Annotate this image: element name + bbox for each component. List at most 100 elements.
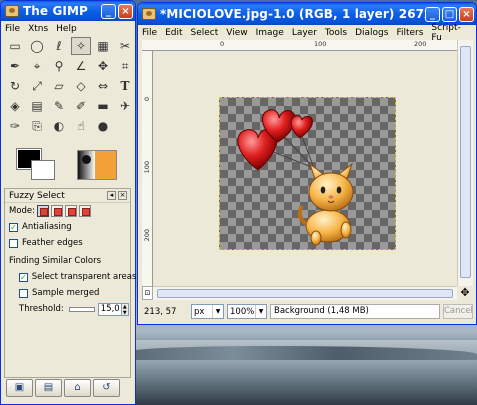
brush-gradient-preview[interactable]	[77, 150, 117, 180]
mode-intersect-button[interactable]	[79, 205, 92, 217]
convolve-icon[interactable]: ◐	[49, 117, 69, 135]
maximize-icon[interactable]: □	[442, 6, 457, 22]
flip-icon[interactable]: ⇔	[93, 77, 113, 95]
image-window-icon	[142, 8, 156, 20]
close-icon[interactable]: ×	[459, 6, 474, 22]
minimize-icon[interactable]: _	[101, 3, 116, 19]
menu-view[interactable]: View	[226, 28, 247, 38]
scale-icon[interactable]: ⤢	[27, 77, 47, 95]
menu-layer[interactable]: Layer	[292, 28, 317, 38]
delete-options-icon[interactable]: ⌂	[64, 379, 91, 397]
ruler-horizontal[interactable]: 0 100 200	[142, 40, 457, 51]
image-menubar: File Edit Select View Image Layer Tools …	[138, 23, 476, 43]
paintbrush-icon[interactable]: ✐	[71, 97, 91, 115]
color-picker-icon[interactable]: ⌖	[27, 57, 47, 75]
zoom-select[interactable]: 100% ▼	[227, 304, 267, 319]
ruler-vertical[interactable]: 0 100 200	[142, 51, 153, 286]
save-options-icon[interactable]: ▣	[6, 379, 33, 397]
unit-select[interactable]: px ▼	[191, 304, 224, 319]
menu-file[interactable]: File	[5, 24, 20, 34]
lasso-icon[interactable]: ℓ	[49, 37, 69, 55]
tool-options-buttons: ▣ ▤ ⌂ ↺	[4, 379, 131, 399]
zoom-icon[interactable]: ⚲	[49, 57, 69, 75]
chevron-down-icon: ▼	[212, 305, 223, 318]
canvas-area[interactable]	[153, 51, 457, 286]
crop-icon[interactable]: ⌗	[115, 57, 135, 75]
image-titlebar[interactable]: *MICIOLOVE.jpg-1.0 (RGB, 1 layer) 267x23…	[138, 3, 476, 25]
menu-edit[interactable]: Edit	[165, 28, 182, 38]
color-select-icon[interactable]: ▦	[93, 37, 113, 55]
scissors-icon[interactable]: ✂	[115, 37, 135, 55]
bucket-fill-icon[interactable]: ◈	[5, 97, 25, 115]
select-transparent-checkbox[interactable]: ✓	[19, 272, 28, 282]
clone-icon[interactable]: ⎘	[27, 117, 47, 135]
image-canvas[interactable]	[219, 97, 396, 250]
tool-grid: ▭ ◯ ℓ ✧ ▦ ✂ ✒ ⌖ ⚲ ∠ ✥ ⌗ ↻ ⤢ ▱ ◇ ⇔ T ◈ ▤ …	[1, 36, 135, 136]
menu-filters[interactable]: Filters	[396, 28, 423, 38]
airbrush-icon[interactable]: ✈	[115, 97, 135, 115]
smudge-icon[interactable]: ☝	[71, 117, 91, 135]
horizontal-scroll-thumb[interactable]	[157, 289, 453, 298]
minimize-icon[interactable]: _	[425, 6, 440, 22]
menu-help[interactable]: Help	[56, 24, 77, 34]
horizontal-scrollbar[interactable]	[153, 286, 457, 300]
move-icon[interactable]: ✥	[93, 57, 113, 75]
rotate-icon[interactable]: ↻	[5, 77, 25, 95]
toolbox-titlebar[interactable]: The GIMP _ ×	[1, 1, 135, 21]
select-transparent-label: Select transparent areas	[31, 272, 137, 282]
kitten-with-hearts-image	[237, 109, 354, 246]
toolbox-menubar: File Xtns Help	[1, 21, 135, 36]
antialiasing-checkbox[interactable]: ✓	[9, 222, 18, 232]
menu-image[interactable]: Image	[256, 28, 284, 38]
sample-merged-checkbox[interactable]	[19, 288, 28, 298]
rect-select-icon[interactable]: ▭	[5, 37, 25, 55]
ellipse-select-icon[interactable]: ◯	[27, 37, 47, 55]
vertical-scroll-thumb[interactable]	[460, 46, 471, 278]
menu-file[interactable]: File	[142, 28, 157, 38]
menu-tools[interactable]: Tools	[325, 28, 347, 38]
fuzzy-select-icon[interactable]: ✧	[71, 37, 91, 55]
close-icon[interactable]: ×	[118, 3, 133, 19]
dodge-burn-icon[interactable]: ●	[93, 117, 113, 135]
mode-subtract-button[interactable]	[65, 205, 78, 217]
reset-options-icon[interactable]: ↺	[93, 379, 120, 397]
text-icon[interactable]: T	[115, 77, 135, 95]
threshold-input[interactable]: 15,0	[97, 302, 122, 316]
transparent-row[interactable]: ✓ Select transparent areas	[5, 269, 136, 285]
panel-menu-icon[interactable]: ◂	[107, 191, 116, 200]
gimp-app-icon	[5, 5, 19, 17]
unit-value: px	[194, 306, 205, 317]
eraser-icon[interactable]: ▬	[93, 97, 113, 115]
ink-icon[interactable]: ✑	[5, 117, 25, 135]
zoom-value: 100%	[230, 306, 255, 317]
perspective-icon[interactable]: ◇	[71, 77, 91, 95]
navigate-icon[interactable]: ✥	[458, 287, 472, 299]
cancel-button[interactable]: Cancel	[443, 304, 473, 319]
vertical-scrollbar[interactable]	[457, 40, 473, 286]
sample-merged-row[interactable]: Sample merged	[5, 285, 130, 301]
mode-row: Mode:	[5, 203, 130, 219]
mode-add-button[interactable]	[51, 205, 64, 217]
mode-replace-button[interactable]	[37, 205, 50, 217]
feather-row[interactable]: Feather edges	[5, 235, 130, 251]
panel-close-icon[interactable]: ×	[118, 191, 127, 200]
restore-options-icon[interactable]: ▤	[35, 379, 62, 397]
threshold-row: Threshold: 15,0 ▲ ▼	[5, 301, 130, 317]
sample-merged-label: Sample merged	[32, 288, 100, 298]
mode-label: Mode:	[9, 206, 36, 216]
threshold-slider[interactable]	[68, 306, 95, 312]
measure-icon[interactable]: ∠	[71, 57, 91, 75]
threshold-spinner[interactable]: ▲ ▼	[121, 302, 129, 316]
pencil-icon[interactable]: ✎	[49, 97, 69, 115]
menu-xtns[interactable]: Xtns	[28, 24, 48, 34]
antialiasing-row[interactable]: ✓ Antialiasing	[5, 219, 130, 235]
blend-icon[interactable]: ▤	[27, 97, 47, 115]
tool-options-panel: Fuzzy Select ◂ × Mode: ✓ Antialiasing Fea…	[4, 188, 136, 378]
menu-dialogs[interactable]: Dialogs	[355, 28, 388, 38]
quick-mask-icon[interactable]: ⊡	[142, 286, 153, 300]
feather-edges-checkbox[interactable]	[9, 238, 18, 248]
paths-icon[interactable]: ✒	[5, 57, 25, 75]
background-color-swatch[interactable]	[31, 160, 55, 180]
shear-icon[interactable]: ▱	[49, 77, 69, 95]
menu-select[interactable]: Select	[191, 28, 219, 38]
